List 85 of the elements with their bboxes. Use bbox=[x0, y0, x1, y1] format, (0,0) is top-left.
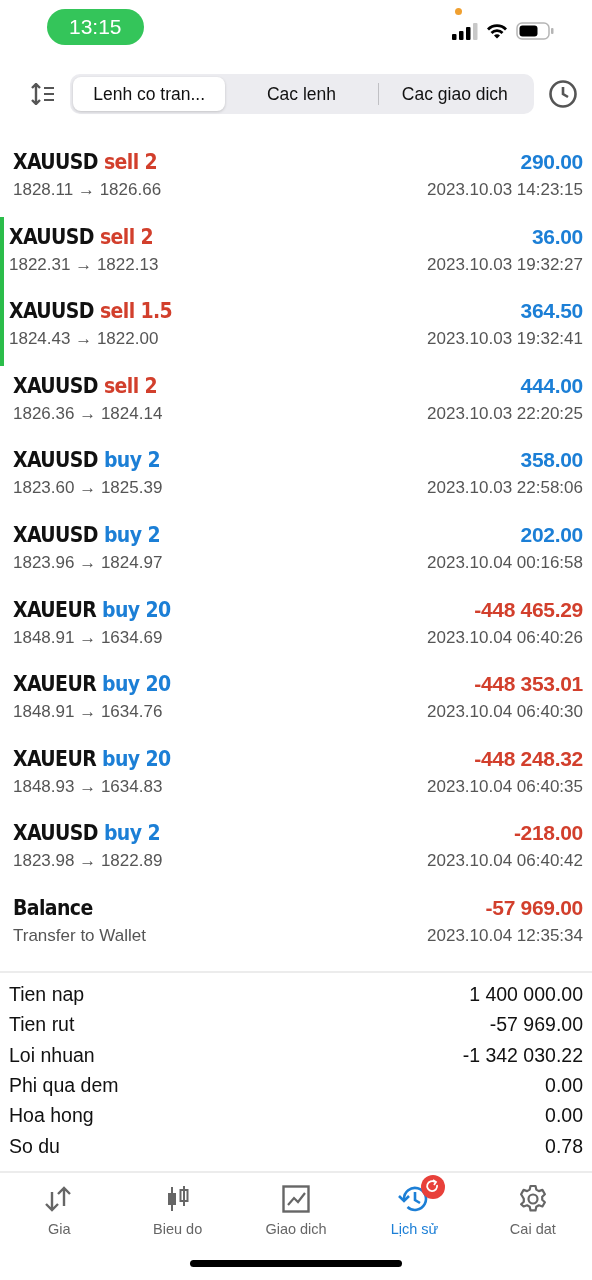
trade-row[interactable]: XAUUSD buy 2 -218.00 1823.98 → 1822.89 2023.10.04 06:40:42 bbox=[0, 813, 592, 888]
segment-tab[interactable]: Lenh co tran... bbox=[73, 77, 226, 111]
trade-time: 2023.10.04 06:40:26 bbox=[427, 627, 583, 648]
trade-row[interactable]: XAUEUR buy 20 -448 248.32 1848.93 → 1634.83 2023.10.04 06:40:35 bbox=[0, 738, 592, 814]
trade-time: 2023.10.04 00:16:58 bbox=[427, 552, 583, 573]
clock-time: 13:15 bbox=[47, 9, 144, 45]
nav-tab[interactable]: Bieu do bbox=[118, 1173, 237, 1238]
trade-time: 2023.10.03 19:32:27 bbox=[427, 254, 583, 275]
price-range: 1828.11 → 1826.66 bbox=[13, 180, 162, 200]
segment-tab[interactable]: Cac giao dich bbox=[378, 77, 531, 111]
price-range: 1848.93 → 1634.83 bbox=[13, 776, 163, 797]
summary-label: So du bbox=[9, 1134, 60, 1158]
trade-time: 2023.10.04 06:40:42 bbox=[427, 851, 583, 872]
sort-icon[interactable] bbox=[30, 83, 56, 105]
trade-row[interactable]: XAUUSD sell 1.5 364.50 1824.43 → 1822.00 2023.10.03 19:32:41 bbox=[0, 291, 592, 366]
battery-icon bbox=[516, 22, 554, 40]
balance-title: Balance bbox=[13, 895, 93, 920]
trade-title: XAUUSD buy 2 bbox=[13, 448, 160, 473]
profit-amount: 358.00 bbox=[520, 448, 583, 473]
summary-label: Loi nhuan bbox=[9, 1043, 95, 1067]
summary-value: 0.00 bbox=[545, 1104, 583, 1128]
profit-amount: 202.00 bbox=[520, 522, 583, 547]
trade-time: 2023.10.03 22:20:25 bbox=[427, 403, 583, 424]
settings-icon bbox=[517, 1184, 548, 1215]
summary-value: 1 400 000.00 bbox=[469, 983, 583, 1007]
nav-tab[interactable]: Giao dich bbox=[236, 1173, 356, 1238]
summary-label: Hoa hong bbox=[9, 1104, 94, 1128]
trade-row[interactable]: XAUUSD buy 2 358.00 1823.60 → 1825.39 2023.10.03 22:58:06 bbox=[0, 440, 592, 515]
summary-value: 0.00 bbox=[545, 1074, 583, 1098]
nav-tab[interactable]: Gia bbox=[0, 1173, 119, 1238]
profit-amount: 290.00 bbox=[520, 150, 583, 174]
profit-amount: -448 465.29 bbox=[474, 597, 583, 622]
nav-tab[interactable]: Cai dat bbox=[473, 1173, 592, 1238]
price-range: 1848.91 → 1634.76 bbox=[13, 702, 163, 723]
trade-row[interactable]: XAUEUR buy 20 -448 353.01 1848.91 → 1634.76 2023.10.04 06:40:30 bbox=[0, 664, 592, 739]
trade-row[interactable]: XAUUSD sell 2 290.00 1828.11 → 1826.66 2023.10.03 14:23:15 bbox=[0, 142, 592, 217]
refresh-badge-icon bbox=[420, 1174, 447, 1201]
trade-time: 2023.10.03 19:32:41 bbox=[427, 329, 583, 350]
trade-row[interactable]: XAUUSD buy 2 202.00 1823.96 → 1824.97 2023.10.04 00:16:58 bbox=[0, 514, 592, 590]
trade-title: XAUUSD buy 2 bbox=[13, 522, 160, 547]
price-range: 1824.43 → 1822.00 bbox=[9, 329, 159, 350]
trade-title: XAUEUR buy 20 bbox=[13, 597, 171, 622]
profit-amount: 364.50 bbox=[520, 299, 583, 324]
trade-title: XAUUSD sell 2 bbox=[9, 224, 154, 249]
line-chart-icon bbox=[282, 1185, 310, 1214]
home-indicator[interactable] bbox=[190, 1260, 402, 1268]
trade-row[interactable]: XAUUSD sell 2 444.00 1826.36 → 1824.14 2023.10.03 22:20:25 bbox=[0, 365, 592, 441]
profit-amount: -448 248.32 bbox=[474, 746, 583, 771]
price-range: 1822.31 → 1822.13 bbox=[9, 254, 159, 275]
trade-title: XAUUSD buy 2 bbox=[13, 821, 160, 846]
profit-amount: -218.00 bbox=[513, 821, 583, 846]
summary-value: -1 342 030.22 bbox=[462, 1043, 583, 1067]
balance-time: 2023.10.04 12:35:34 bbox=[427, 925, 583, 946]
trade-title: XAUEUR buy 20 bbox=[13, 746, 171, 771]
summary-label: Phi qua dem bbox=[9, 1074, 119, 1098]
price-range: 1823.96 → 1824.97 bbox=[13, 552, 163, 573]
trade-row[interactable]: XAUUSD sell 2 36.00 1822.31 → 1822.13 2023.10.03 19:32:27 bbox=[0, 216, 592, 292]
trade-title: XAUEUR buy 20 bbox=[13, 672, 171, 697]
trade-time: 2023.10.04 06:40:30 bbox=[427, 702, 583, 723]
nav-tab[interactable]: Lịch sử bbox=[355, 1173, 474, 1238]
profit-amount: 36.00 bbox=[531, 224, 583, 249]
summary-value: 0.78 bbox=[545, 1134, 583, 1158]
clock-icon[interactable] bbox=[548, 79, 578, 109]
trade-title: XAUUSD sell 2 bbox=[13, 373, 158, 398]
balance-comment: Transfer to Wallet bbox=[13, 925, 146, 946]
trade-time: 2023.10.03 14:23:15 bbox=[427, 180, 583, 200]
trade-time: 2023.10.04 06:40:35 bbox=[427, 776, 583, 797]
trade-time: 2023.10.03 22:58:06 bbox=[427, 478, 583, 499]
segment-tab[interactable]: Cac lenh bbox=[225, 77, 378, 111]
summary-label: Tien rut bbox=[9, 1013, 75, 1037]
trade-title: XAUUSD sell 1.5 bbox=[9, 299, 173, 324]
wifi-icon bbox=[486, 23, 508, 39]
profit-amount: 444.00 bbox=[520, 373, 583, 398]
privacy-dot-icon bbox=[455, 8, 462, 15]
price-range: 1823.98 → 1822.89 bbox=[13, 851, 163, 872]
trade-title: XAUUSD sell 2 bbox=[13, 150, 158, 174]
summary-value: -57 969.00 bbox=[489, 1013, 583, 1037]
price-range: 1823.60 → 1825.39 bbox=[13, 478, 163, 499]
summary-label: Tien nap bbox=[9, 983, 85, 1007]
profit-amount: -448 353.01 bbox=[474, 672, 583, 697]
trade-row[interactable]: XAUEUR buy 20 -448 465.29 1848.91 → 1634.69 2023.10.04 06:40:26 bbox=[0, 589, 592, 665]
balance-amount: -57 969.00 bbox=[485, 895, 583, 920]
price-range: 1848.91 → 1634.69 bbox=[13, 627, 163, 648]
signal-icon bbox=[452, 22, 478, 40]
price-range: 1826.36 → 1824.14 bbox=[13, 403, 163, 424]
